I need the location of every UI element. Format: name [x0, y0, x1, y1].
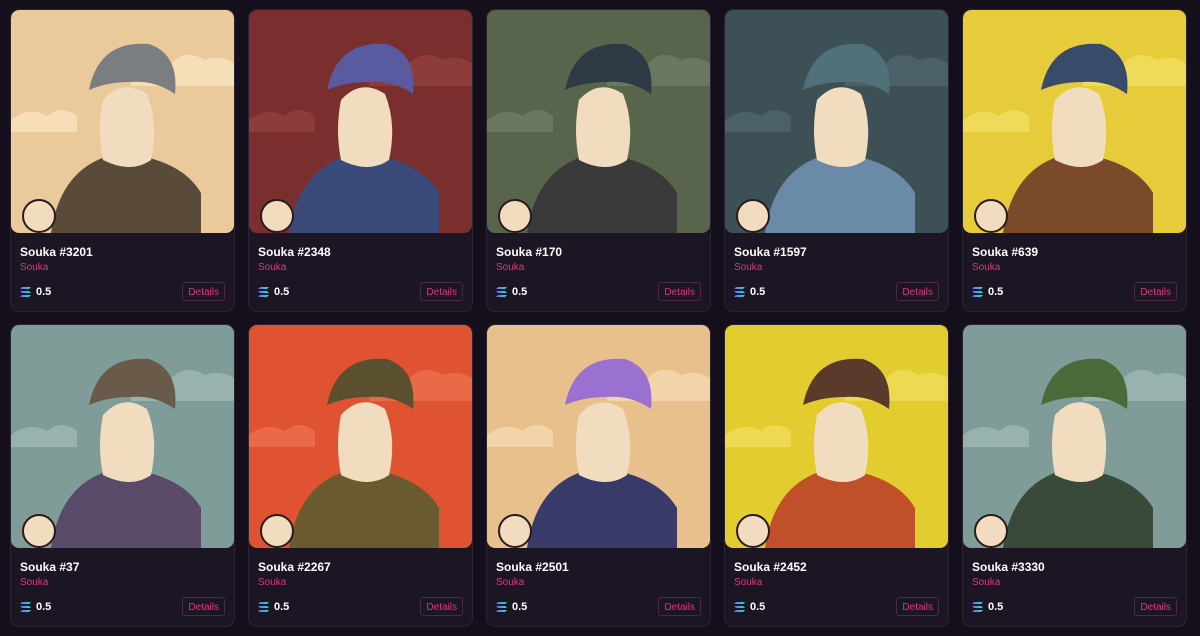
- solana-icon: [258, 287, 269, 297]
- collection-name[interactable]: Souka: [496, 577, 524, 588]
- price-value: 0.5: [274, 286, 290, 298]
- price-value: 0.5: [988, 601, 1004, 613]
- nft-artwork[interactable]: [487, 10, 710, 233]
- details-button[interactable]: Details: [182, 597, 225, 616]
- nft-title: Souka #3201: [20, 245, 93, 259]
- solana-icon: [496, 602, 507, 612]
- solana-icon: [258, 602, 269, 612]
- solana-icon: [972, 602, 983, 612]
- details-button[interactable]: Details: [896, 282, 939, 301]
- price-row: 0.5: [20, 286, 51, 298]
- nft-title: Souka #170: [496, 245, 563, 259]
- nft-grid: Souka #3201 Souka 0.5 Details Souka #234…: [10, 9, 1187, 627]
- nft-title: Souka #3330: [972, 560, 1045, 574]
- collection-name[interactable]: Souka: [258, 577, 286, 588]
- nft-artwork[interactable]: [11, 325, 234, 548]
- nft-title: Souka #1597: [734, 245, 807, 259]
- nft-artwork[interactable]: [963, 325, 1186, 548]
- details-button[interactable]: Details: [658, 597, 701, 616]
- warrior-portrait-image: [963, 10, 1186, 233]
- nft-card[interactable]: Souka #170 Souka 0.5 Details: [486, 9, 711, 312]
- collection-name[interactable]: Souka: [20, 577, 48, 588]
- details-button[interactable]: Details: [1134, 597, 1177, 616]
- collection-name[interactable]: Souka: [972, 262, 1000, 273]
- nft-artwork[interactable]: [725, 10, 948, 233]
- collection-name[interactable]: Souka: [972, 577, 1000, 588]
- price-row: 0.5: [496, 601, 527, 613]
- warrior-portrait-image: [11, 325, 234, 548]
- details-button[interactable]: Details: [420, 597, 463, 616]
- nft-title: Souka #2501: [496, 560, 569, 574]
- warrior-portrait-image: [725, 325, 948, 548]
- solana-icon: [972, 287, 983, 297]
- price-row: 0.5: [258, 286, 289, 298]
- collection-name[interactable]: Souka: [20, 262, 48, 273]
- price-value: 0.5: [36, 601, 52, 613]
- details-button[interactable]: Details: [420, 282, 463, 301]
- nft-title: Souka #2348: [258, 245, 331, 259]
- nft-card[interactable]: Souka #37 Souka 0.5 Details: [10, 324, 235, 627]
- nft-artwork[interactable]: [11, 10, 234, 233]
- nft-card[interactable]: Souka #3330 Souka 0.5 Details: [962, 324, 1187, 627]
- nft-card[interactable]: Souka #2452 Souka 0.5 Details: [724, 324, 949, 627]
- price-value: 0.5: [988, 286, 1004, 298]
- price-value: 0.5: [274, 601, 290, 613]
- price-row: 0.5: [258, 601, 289, 613]
- collection-name[interactable]: Souka: [734, 577, 762, 588]
- nft-artwork[interactable]: [963, 10, 1186, 233]
- nft-card[interactable]: Souka #639 Souka 0.5 Details: [962, 9, 1187, 312]
- nft-card[interactable]: Souka #3201 Souka 0.5 Details: [10, 9, 235, 312]
- nft-card[interactable]: Souka #1597 Souka 0.5 Details: [724, 9, 949, 312]
- price-value: 0.5: [36, 286, 52, 298]
- solana-icon: [20, 287, 31, 297]
- solana-icon: [20, 602, 31, 612]
- price-row: 0.5: [496, 286, 527, 298]
- price-row: 0.5: [734, 601, 765, 613]
- warrior-portrait-image: [725, 10, 948, 233]
- nft-card[interactable]: Souka #2267 Souka 0.5 Details: [248, 324, 473, 627]
- nft-title: Souka #37: [20, 560, 80, 574]
- details-button[interactable]: Details: [182, 282, 225, 301]
- nft-title: Souka #2267: [258, 560, 331, 574]
- nft-title: Souka #639: [972, 245, 1039, 259]
- price-row: 0.5: [972, 286, 1003, 298]
- warrior-portrait-image: [11, 10, 234, 233]
- nft-artwork[interactable]: [249, 10, 472, 233]
- price-row: 0.5: [20, 601, 51, 613]
- price-row: 0.5: [972, 601, 1003, 613]
- solana-icon: [496, 287, 507, 297]
- warrior-portrait-image: [487, 10, 710, 233]
- warrior-portrait-image: [963, 325, 1186, 548]
- collection-name[interactable]: Souka: [496, 262, 524, 273]
- nft-card[interactable]: Souka #2501 Souka 0.5 Details: [486, 324, 711, 627]
- details-button[interactable]: Details: [658, 282, 701, 301]
- collection-name[interactable]: Souka: [258, 262, 286, 273]
- price-value: 0.5: [512, 601, 528, 613]
- nft-artwork[interactable]: [487, 325, 710, 548]
- nft-card[interactable]: Souka #2348 Souka 0.5 Details: [248, 9, 473, 312]
- details-button[interactable]: Details: [1134, 282, 1177, 301]
- warrior-portrait-image: [249, 325, 472, 548]
- warrior-portrait-image: [487, 325, 710, 548]
- price-row: 0.5: [734, 286, 765, 298]
- nft-artwork[interactable]: [249, 325, 472, 548]
- nft-artwork[interactable]: [725, 325, 948, 548]
- solana-icon: [734, 602, 745, 612]
- solana-icon: [734, 287, 745, 297]
- nft-title: Souka #2452: [734, 560, 807, 574]
- price-value: 0.5: [750, 601, 766, 613]
- price-value: 0.5: [512, 286, 528, 298]
- price-value: 0.5: [750, 286, 766, 298]
- collection-name[interactable]: Souka: [734, 262, 762, 273]
- warrior-portrait-image: [249, 10, 472, 233]
- details-button[interactable]: Details: [896, 597, 939, 616]
